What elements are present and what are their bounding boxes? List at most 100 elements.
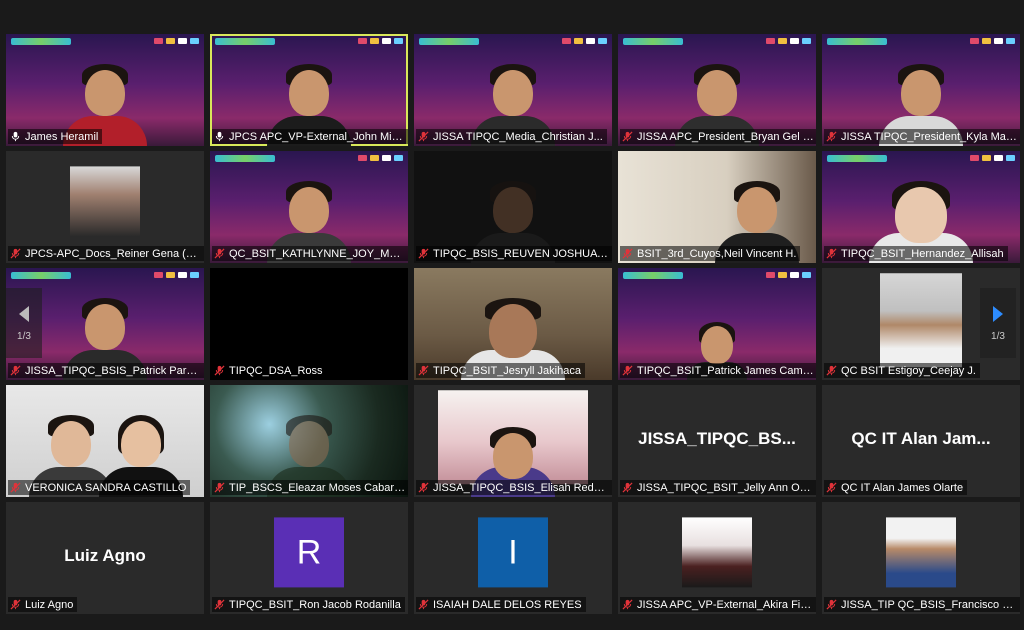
participant-name-label: JISSA_TIP QC_BSIS_Francisco Ron ... [824, 597, 1020, 612]
microphone-muted-icon [418, 599, 429, 610]
event-banner [618, 34, 816, 48]
event-banner [210, 151, 408, 165]
participant-name-label: TIPQC_BSIS_REUVEN JOSHUA SA... [416, 246, 612, 261]
participant-name: TIPQC_BSIS_REUVEN JOSHUA SA... [433, 247, 610, 260]
participant-display-name: Luiz Agno [64, 546, 146, 565]
participant-tile[interactable]: TIP_BSCS_Eleazar Moses Cabarles [210, 385, 408, 497]
previous-page-button[interactable]: 1/3 [6, 288, 42, 358]
participant-name: JISSA_TIP QC_BSIS_Francisco Ron ... [841, 598, 1018, 611]
participant-display-name: QC IT Alan Jam... [851, 429, 991, 448]
participant-video [880, 273, 962, 368]
participant-name: TIP_BSCS_Eleazar Moses Cabarles [229, 481, 406, 494]
participant-tile[interactable]: JISSA TIPQC_President_Kyla Mae ... [822, 34, 1020, 146]
microphone-muted-icon [622, 599, 633, 610]
participant-name-label: James Heramil [8, 129, 103, 144]
participant-name-label: JISSA TIPQC_President_Kyla Mae ... [824, 129, 1020, 144]
participant-name-label: JISSA_TIPQC_BSIT_Jelly Ann Obias [620, 480, 816, 495]
participant-name: VERONICA SANDRA CASTILLO [25, 481, 187, 494]
avatar: R [274, 517, 344, 588]
participant-name-label: JPCS APC_VP-External_John Mich... [212, 129, 408, 144]
participant-name: JPCS-APC_Docs_Reiner Gena (he/... [25, 247, 202, 260]
avatar [682, 517, 752, 588]
participant-name-label: JISSA_TIPQC_BSIS_Elisah Redonga [416, 480, 612, 495]
microphone-muted-icon [826, 248, 837, 259]
chevron-right-icon [993, 305, 1003, 322]
participant-name-label: TIPQC_BSIT_Jesryll Jakihaca [416, 363, 585, 378]
event-banner [6, 34, 204, 48]
chevron-left-icon [19, 305, 29, 322]
participant-tile-video-off[interactable]: JISSA_TIPQC_BS... JISSA_TIPQC_BSIT_Jelly… [618, 385, 816, 497]
participant-name-label: TIPQC_DSA_Ross [212, 363, 327, 378]
participant-name-label: TIPQC_BSIT_Hernandez_Allisah [824, 246, 1008, 261]
participant-name-label: TIP_BSCS_Eleazar Moses Cabarles [212, 480, 408, 495]
participant-name: JISSA APC_VP-External_Akira Fidel... [637, 598, 814, 611]
participant-display-name: JISSA_TIPQC_BS... [638, 429, 796, 448]
participant-name-label: JPCS-APC_Docs_Reiner Gena (he/... [8, 246, 204, 261]
next-page-button[interactable]: 1/3 [980, 288, 1016, 358]
participant-name: QC BSIT Estigoy_Ceejay J. [841, 364, 976, 377]
participant-tile[interactable]: TIPQC_BSIT_Jesryll Jakihaca [414, 268, 612, 380]
event-banner [414, 34, 612, 48]
participant-tile-video-off[interactable]: Luiz Agno Luiz Agno [6, 502, 204, 614]
participant-tile[interactable]: JPCS-APC_Docs_Reiner Gena (he/... [6, 151, 204, 263]
participant-name: JISSA TIPQC_President_Kyla Mae ... [841, 130, 1018, 143]
microphone-muted-icon [418, 248, 429, 259]
event-banner [210, 34, 408, 48]
participant-name: Luiz Agno [25, 598, 74, 611]
participant-name: TIPQC_BSIT_Ron Jacob Rodanilla [229, 598, 401, 611]
participant-name-label: QC IT Alan James Olarte [824, 480, 968, 495]
participant-name: BSIT_3rd_Cuyos,Neil Vincent H. [637, 247, 797, 260]
participant-tile[interactable]: BSIT_3rd_Cuyos,Neil Vincent H. [618, 151, 816, 263]
microphone-muted-icon [622, 482, 633, 493]
participant-tile[interactable]: TIPQC_DSA_Ross [210, 268, 408, 380]
participant-name: JISSA_TIPQC_BSIT_Jelly Ann Obias [637, 481, 814, 494]
participant-name: TIPQC_BSIT_Jesryll Jakihaca [433, 364, 581, 377]
microphone-muted-icon [418, 365, 429, 376]
participant-name: QC IT Alan James Olarte [841, 481, 964, 494]
microphone-muted-icon [10, 365, 21, 376]
participant-tile[interactable]: TIPQC_BSIS_REUVEN JOSHUA SA... [414, 151, 612, 263]
participant-tile-avatar[interactable]: JISSA APC_VP-External_Akira Fidel... [618, 502, 816, 614]
participant-name-label: Luiz Agno [8, 597, 78, 612]
microphone-muted-icon [418, 131, 429, 142]
participant-name-label: BSIT_3rd_Cuyos,Neil Vincent H. [620, 246, 801, 261]
participant-tile-video-off[interactable]: QC IT Alan Jam... QC IT Alan James Olart… [822, 385, 1020, 497]
participant-name-label: TIPQC_BSIT_Ron Jacob Rodanilla [212, 597, 405, 612]
participant-tile-active-speaker[interactable]: JPCS APC_VP-External_John Mich... [210, 34, 408, 146]
participant-name: JISSA TIPQC_Media_Christian J... [433, 130, 603, 143]
participant-name: TIPQC_DSA_Ross [229, 364, 323, 377]
participant-tile[interactable]: JISSA_TIPQC_BSIS_Elisah Redonga [414, 385, 612, 497]
avatar: I [478, 517, 548, 588]
event-banner [618, 268, 816, 282]
participant-tile[interactable]: TIPQC_BSIT_Hernandez_Allisah [822, 151, 1020, 263]
microphone-icon [215, 131, 224, 142]
participant-name-label: TIPQC_BSIT_Patrick James Campo [620, 363, 816, 378]
microphone-muted-icon [10, 248, 21, 259]
participant-name: TIPQC_BSIT_Patrick James Campo [637, 364, 814, 377]
microphone-muted-icon [622, 365, 633, 376]
participant-tile[interactable]: TIPQC_BSIT_Patrick James Campo [618, 268, 816, 380]
participant-name-label: VERONICA SANDRA CASTILLO [8, 480, 191, 495]
microphone-muted-icon [622, 248, 633, 259]
video-grid: James Heramil JPCS APC_VP-External_John … [6, 34, 1020, 614]
participant-name: JISSA_TIPQC_BSIS_Patrick Parulan [25, 364, 202, 377]
participant-tile[interactable]: James Heramil [6, 34, 204, 146]
participant-name-label: JISSA_TIPQC_BSIS_Patrick Parulan [8, 363, 204, 378]
avatar [886, 517, 956, 588]
participant-name: JPCS APC_VP-External_John Mich... [229, 130, 406, 143]
participant-tile[interactable]: VERONICA SANDRA CASTILLO [6, 385, 204, 497]
microphone-muted-icon [622, 131, 633, 142]
participant-name-label: QC_BSIT_KATHLYNNE_JOY_MORA... [212, 246, 408, 261]
participant-tile-avatar[interactable]: R TIPQC_BSIT_Ron Jacob Rodanilla [210, 502, 408, 614]
participant-name-label: QC BSIT Estigoy_Ceejay J. [824, 363, 980, 378]
participant-tile-avatar[interactable]: JISSA_TIP QC_BSIS_Francisco Ron ... [822, 502, 1020, 614]
participant-tile[interactable]: QC_BSIT_KATHLYNNE_JOY_MORA... [210, 151, 408, 263]
participant-tile-avatar[interactable]: I ISAIAH DALE DELOS REYES [414, 502, 612, 614]
microphone-muted-icon [214, 365, 225, 376]
microphone-muted-icon [826, 482, 837, 493]
participant-tile[interactable]: JISSA APC_President_Bryan Gel Fa... [618, 34, 816, 146]
microphone-icon [11, 131, 20, 142]
microphone-muted-icon [214, 482, 225, 493]
participant-tile[interactable]: JISSA TIPQC_Media_Christian J... [414, 34, 612, 146]
microphone-muted-icon [826, 131, 837, 142]
